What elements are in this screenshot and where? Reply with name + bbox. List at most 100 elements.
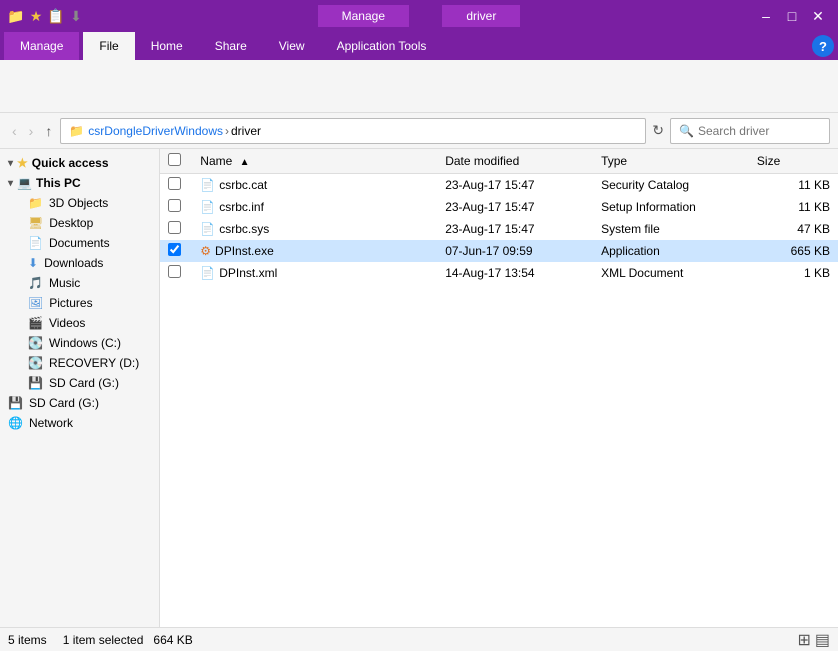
this-pc-header[interactable]: ▾ 💻 This PC <box>0 173 159 193</box>
row-date-cell: 07-Jun-17 09:59 <box>437 240 593 262</box>
sidebar-item-3d-objects[interactable]: 📁 3D Objects <box>0 193 159 213</box>
path-current: driver <box>231 124 261 138</box>
app-icon-4: ⬇ <box>68 8 84 24</box>
col-header-type[interactable]: Type <box>593 149 749 174</box>
tab-share[interactable]: Share <box>199 32 263 60</box>
sidebar-label-documents: Documents <box>49 236 110 250</box>
drive-c-icon: 💽 <box>28 336 43 350</box>
file-table-header: Name ▲ Date modified Type Size <box>160 149 838 174</box>
table-row[interactable]: ⚙ DPInst.exe 07-Jun-17 09:59 Application… <box>160 240 838 262</box>
row-type-cell: XML Document <box>593 262 749 284</box>
col-header-name[interactable]: Name ▲ <box>192 149 437 174</box>
row-name-cell: ⚙ DPInst.exe <box>192 240 437 262</box>
path-parent[interactable]: csrDongleDriverWindows <box>88 124 223 138</box>
back-button[interactable]: ‹ <box>8 121 21 141</box>
file-icon-sys: 📄 <box>200 222 215 236</box>
window-controls: – □ ✕ <box>754 4 830 28</box>
sidebar-item-windows-c[interactable]: 💽 Windows (C:) <box>0 333 159 353</box>
tab-view[interactable]: View <box>263 32 321 60</box>
maximize-button[interactable]: □ <box>780 4 804 28</box>
col-header-size[interactable]: Size <box>749 149 838 174</box>
sidebar-label-downloads: Downloads <box>44 256 103 270</box>
row-name-cell: 📄 csrbc.cat <box>192 174 437 197</box>
sidebar-label-windows-c: Windows (C:) <box>49 336 121 350</box>
sidebar: ▾ ★ Quick access ▾ 💻 This PC 📁 3D Object… <box>0 149 160 627</box>
large-icon-view-button[interactable]: ▤ <box>815 630 830 650</box>
expand-arrow-quick-access: ▾ <box>8 158 13 169</box>
quick-access-label: Quick access <box>32 156 109 170</box>
tab-home[interactable]: Home <box>135 32 199 60</box>
row-checkbox[interactable] <box>168 243 181 256</box>
file-name: csrbc.inf <box>219 200 264 214</box>
sd-g2-icon: 💾 <box>8 396 23 410</box>
quick-access-header[interactable]: ▾ ★ Quick access <box>0 153 159 173</box>
tab-file[interactable]: File <box>83 32 134 60</box>
sidebar-item-documents[interactable]: 📄 Documents <box>0 233 159 253</box>
table-row[interactable]: 📄 csrbc.inf 23-Aug-17 15:47 Setup Inform… <box>160 196 838 218</box>
title-bar-title: Manage driver <box>84 5 754 27</box>
sidebar-item-desktop[interactable]: 🖥 Desktop <box>0 213 159 233</box>
col-header-check[interactable] <box>160 149 192 174</box>
search-box: 🔍 <box>670 118 830 144</box>
row-checkbox-cell <box>160 262 192 284</box>
table-row[interactable]: 📄 DPInst.xml 14-Aug-17 13:54 XML Documen… <box>160 262 838 284</box>
select-all-checkbox[interactable] <box>168 153 181 166</box>
file-name: csrbc.sys <box>219 222 269 236</box>
tab-manage[interactable]: Manage <box>4 32 79 60</box>
row-checkbox[interactable] <box>168 221 181 234</box>
file-table: Name ▲ Date modified Type Size <box>160 149 838 284</box>
sidebar-item-videos[interactable]: 🎬 Videos <box>0 313 159 333</box>
col-size-label: Size <box>757 154 780 168</box>
path-separator: › <box>225 124 229 138</box>
expand-arrow-this-pc: ▾ <box>8 178 13 189</box>
row-date-cell: 14-Aug-17 13:54 <box>437 262 593 284</box>
sidebar-item-music[interactable]: 🎵 Music <box>0 273 159 293</box>
app-icon-2: ★ <box>28 8 44 24</box>
star-icon: ★ <box>17 156 28 170</box>
file-icon-exe: ⚙ <box>200 244 211 258</box>
sidebar-item-downloads[interactable]: ⬇ Downloads <box>0 253 159 273</box>
row-checkbox[interactable] <box>168 199 181 212</box>
help-button[interactable]: ? <box>812 35 834 57</box>
folder-icon-desktop: 🖥 <box>28 216 43 230</box>
row-checkbox[interactable] <box>168 177 181 190</box>
row-name-cell: 📄 csrbc.inf <box>192 196 437 218</box>
row-name-cell: 📄 DPInst.xml <box>192 262 437 284</box>
details-view-button[interactable]: ⊞ <box>797 630 810 650</box>
sidebar-item-sd-card-g2[interactable]: 💾 SD Card (G:) <box>0 393 159 413</box>
row-checkbox[interactable] <box>168 265 181 278</box>
tab-application-tools[interactable]: Application Tools <box>321 32 443 60</box>
sidebar-item-pictures[interactable]: 🖼 Pictures <box>0 293 159 313</box>
sidebar-item-sd-card-g1[interactable]: 💾 SD Card (G:) <box>0 373 159 393</box>
close-button[interactable]: ✕ <box>806 4 830 28</box>
music-icon: 🎵 <box>28 276 43 290</box>
selected-count: 1 item selected <box>63 633 144 647</box>
sidebar-item-recovery-d[interactable]: 💽 RECOVERY (D:) <box>0 353 159 373</box>
ribbon-content <box>0 60 838 112</box>
up-button[interactable]: ↑ <box>41 121 56 141</box>
row-checkbox-cell <box>160 240 192 262</box>
sidebar-label-pictures: Pictures <box>49 296 92 310</box>
table-row[interactable]: 📄 csrbc.cat 23-Aug-17 15:47 Security Cat… <box>160 174 838 197</box>
folder-icon-address: 📁 <box>69 124 84 138</box>
item-count: 5 items <box>8 633 47 647</box>
col-header-date[interactable]: Date modified <box>437 149 593 174</box>
forward-button[interactable]: › <box>25 121 38 141</box>
refresh-button[interactable]: ↻ <box>650 120 666 141</box>
down-icon: ⬇ <box>28 256 38 270</box>
search-input[interactable] <box>698 124 821 138</box>
sidebar-item-network[interactable]: 🌐 Network <box>0 413 159 433</box>
col-date-label: Date modified <box>445 154 519 168</box>
row-date-cell: 23-Aug-17 15:47 <box>437 174 593 197</box>
table-row[interactable]: 📄 csrbc.sys 23-Aug-17 15:47 System file … <box>160 218 838 240</box>
doc-icon: 📄 <box>28 236 43 250</box>
row-date-cell: 23-Aug-17 15:47 <box>437 196 593 218</box>
file-table-body: 📄 csrbc.cat 23-Aug-17 15:47 Security Cat… <box>160 174 838 285</box>
row-size-cell: 11 KB <box>749 174 838 197</box>
row-name-cell: 📄 csrbc.sys <box>192 218 437 240</box>
minimize-button[interactable]: – <box>754 4 778 28</box>
file-name: DPInst.exe <box>215 244 274 258</box>
row-checkbox-cell <box>160 174 192 197</box>
row-size-cell: 1 KB <box>749 262 838 284</box>
col-name-label: Name <box>200 154 232 168</box>
